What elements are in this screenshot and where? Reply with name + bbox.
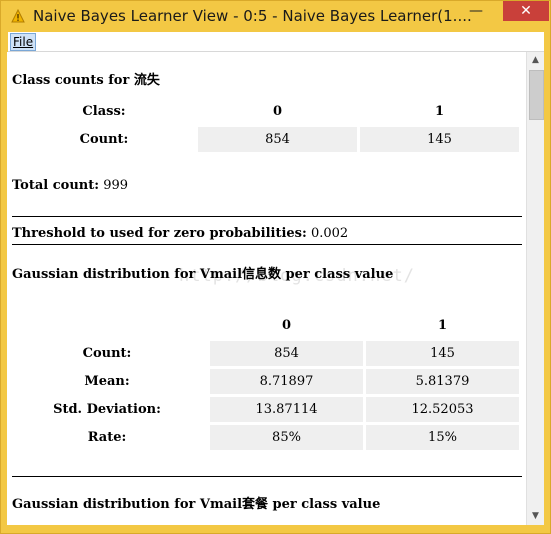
gaussian1-row-label: Std. Deviation: [53, 402, 161, 417]
class-label: Class: [82, 104, 126, 119]
gaussian1-cell: 12.52053 [366, 397, 519, 422]
scroll-up-arrow-icon[interactable]: ▲ [527, 52, 544, 69]
gaussian1-row-label: Count: [82, 346, 132, 361]
gaussian1-cell: 854 [210, 341, 363, 366]
window-title: Naive Bayes Learner View - 0:5 - Naive B… [33, 7, 472, 25]
gaussian1-cell: 13.87114 [210, 397, 363, 422]
total-count-value: 999 [103, 178, 129, 193]
gaussian1-row-label: Rate: [87, 430, 127, 445]
gaussian2-heading: Gaussian distribution for Vmail套餐 per cl… [12, 497, 381, 512]
scroll-down-arrow-icon[interactable]: ▼ [527, 508, 544, 525]
divider [12, 476, 522, 477]
class-counts-heading: Class counts for 流失 [12, 73, 160, 88]
gaussian1-row-label: Mean: [84, 374, 130, 389]
report-view: http://blog.csdn.net/ Class counts for 流… [7, 52, 526, 525]
count-cell-1: 145 [360, 127, 519, 152]
count-cell-0: 854 [198, 127, 357, 152]
scroll-thumb[interactable] [529, 70, 544, 120]
gaussian1-class-header-0: 0 [281, 318, 292, 333]
gaussian1-class-header-1: 1 [437, 318, 448, 333]
gaussian1-heading: Gaussian distribution for Vmail信息数 per c… [12, 267, 394, 282]
gaussian1-cell: 145 [366, 341, 519, 366]
total-count-label: Total count: [12, 178, 100, 193]
gaussian1-cell: 15% [366, 425, 519, 450]
total-count: Total count: 999 [12, 178, 128, 193]
threshold-label: Threshold to used for zero probabilities… [12, 226, 307, 241]
gaussian1-cell: 5.81379 [366, 369, 519, 394]
count-label: Count: [79, 132, 129, 147]
menu-bar: File [8, 32, 544, 52]
app-icon [11, 9, 25, 23]
vertical-scrollbar[interactable]: ▲ ▼ [526, 52, 544, 525]
close-button[interactable]: ✕ [503, 1, 549, 21]
threshold-line: Threshold to used for zero probabilities… [12, 226, 348, 241]
divider [12, 216, 522, 217]
class-header-0: 0 [272, 104, 283, 119]
threshold-value: 0.002 [310, 226, 349, 241]
gaussian1-cell: 85% [210, 425, 363, 450]
title-bar[interactable]: Naive Bayes Learner View - 0:5 - Naive B… [1, 1, 550, 32]
class-header-1: 1 [434, 104, 445, 119]
minimize-button[interactable]: — [463, 3, 489, 23]
divider [12, 244, 522, 245]
gaussian1-cell: 8.71897 [210, 369, 363, 394]
menu-file[interactable]: File [10, 33, 37, 51]
